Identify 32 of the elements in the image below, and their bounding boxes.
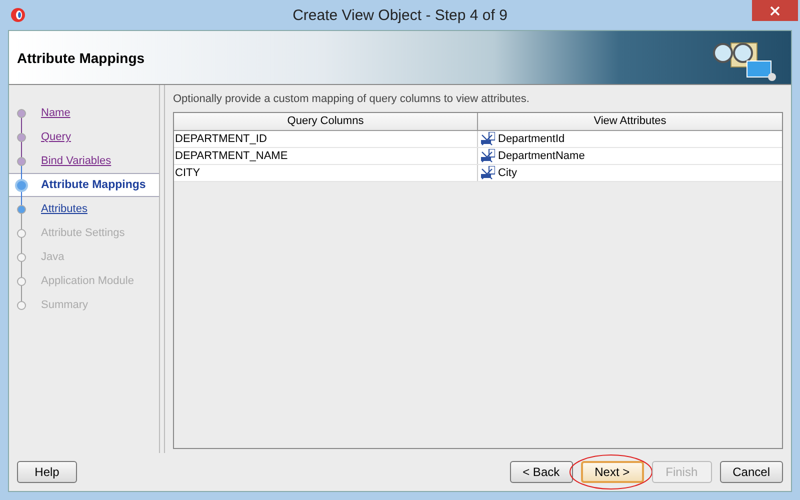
step-link[interactable]: Attributes (41, 203, 88, 215)
wizard-button[interactable]: Cancel (720, 461, 783, 483)
instruction-text: Optionally provide a custom mapping of query columns to view attributes. (173, 93, 530, 105)
step-marker-icon (15, 179, 28, 192)
step-marker-icon (17, 277, 26, 286)
table-cell: DepartmentId (498, 133, 565, 145)
step-link[interactable]: Bind Variables (41, 155, 112, 167)
column-header[interactable]: Query Columns (174, 113, 478, 130)
step-marker-icon (17, 301, 26, 310)
page-title: Attribute Mappings (17, 50, 145, 66)
window-title: Create View Object - Step 4 of 9 (292, 6, 508, 24)
table-cell: City (498, 167, 517, 179)
current-step: Attribute Mappings (41, 179, 146, 191)
step-marker-icon (17, 229, 26, 238)
table-cell: DEPARTMENT_NAME (174, 148, 478, 164)
table-cell: DepartmentName (498, 150, 585, 162)
table-cell: DEPARTMENT_ID (174, 131, 478, 147)
app-logo-icon (10, 7, 26, 23)
step-link[interactable]: Query (41, 131, 71, 143)
close-button[interactable] (752, 0, 798, 21)
wizard-button[interactable]: < Back (510, 461, 573, 483)
wizard-button[interactable]: Next > (580, 461, 644, 483)
step-link[interactable]: Name (41, 107, 70, 119)
step-marker-icon (17, 109, 26, 118)
help-button[interactable]: Help (17, 461, 77, 483)
step-marker-icon (17, 205, 26, 214)
close-icon (770, 6, 780, 16)
step-marker-icon (17, 133, 26, 142)
step-marker-icon (17, 253, 26, 262)
column-header[interactable]: View Attributes (478, 113, 782, 130)
step-marker-icon (17, 157, 26, 166)
table-cell: CITY (174, 165, 478, 181)
